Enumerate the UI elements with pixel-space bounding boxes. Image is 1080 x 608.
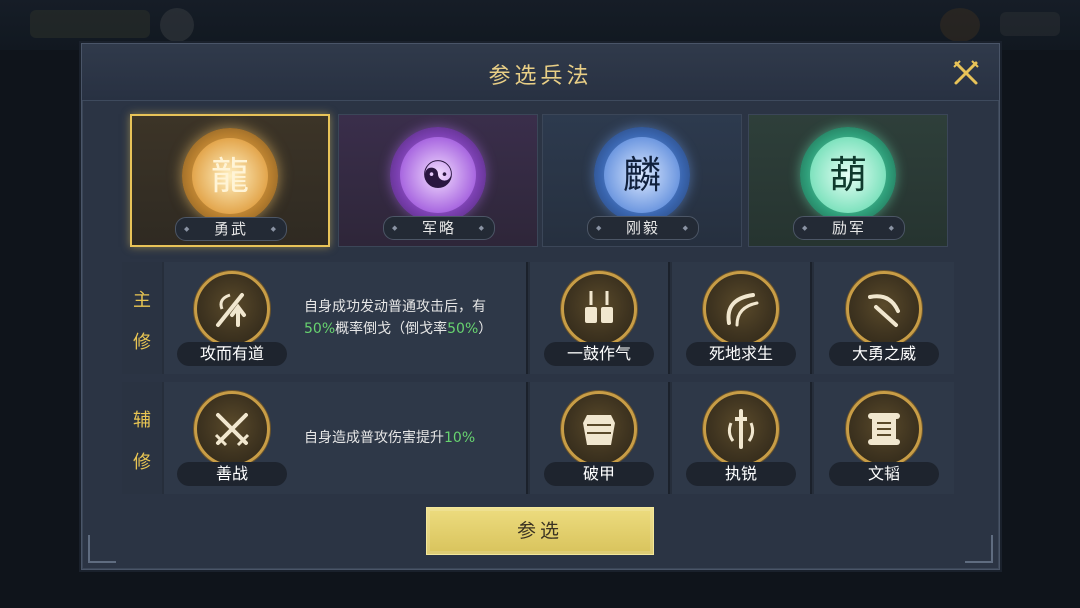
- skill-gongeryoudao[interactable]: 攻而有道: [177, 262, 287, 374]
- sword-arrow-icon: [194, 271, 270, 347]
- skill-description: 自身成功发动普通攻击后，有 50%概率倒戈（倒戈率50%）: [304, 299, 493, 337]
- skill-label: 一鼓作气: [544, 342, 654, 366]
- background-blur: [160, 8, 194, 42]
- skill-label: 文韬: [829, 462, 939, 486]
- skill-yiguzuoqi[interactable]: 一鼓作气: [530, 262, 668, 374]
- main-skill-row: 主 修 攻而有道 自身成功发动普通攻击后，有 50%概率倒戈（倒戈率50%） 一…: [122, 262, 954, 374]
- column-divider: [810, 262, 812, 374]
- skill-pojia[interactable]: 破甲: [530, 382, 668, 494]
- column-divider: [810, 382, 812, 494]
- background-blur: [1000, 12, 1060, 36]
- column-divider: [668, 262, 670, 374]
- yin-yang-emblem-icon: ☯: [390, 127, 486, 223]
- column-divider: [526, 382, 528, 494]
- main-row-label: 主 修: [122, 262, 162, 374]
- background-blur: [940, 8, 980, 42]
- dragon-emblem-icon: 龍: [182, 128, 278, 224]
- war-drum-icon: [561, 271, 637, 347]
- select-art-of-war-dialog: 参选兵法 龍 勇武 ☯ 军略 麟: [81, 43, 1000, 570]
- armor-icon: [561, 391, 637, 467]
- row-label-char: 辅: [133, 410, 151, 431]
- selected-aux-skill[interactable]: 善战 自身造成普攻伤害提升10%: [164, 382, 526, 494]
- school-card-yongwu[interactable]: 龍 勇武: [130, 114, 330, 247]
- school-card-gangyi[interactable]: 麟 刚毅: [542, 114, 742, 247]
- school-name: 军略: [383, 216, 495, 240]
- row-label-char: 主: [133, 290, 151, 311]
- crossed-swords-icon: [194, 391, 270, 467]
- skill-label: 大勇之威: [829, 342, 939, 366]
- skill-label: 破甲: [544, 462, 654, 486]
- column-divider: [526, 262, 528, 374]
- school-name: 励军: [793, 216, 905, 240]
- skill-sidiqiusheng[interactable]: 死地求生: [672, 262, 810, 374]
- column-divider: [668, 382, 670, 494]
- row-label-char: 修: [133, 332, 151, 353]
- skill-wentao[interactable]: 文韬: [814, 382, 954, 494]
- close-icon: [953, 60, 979, 85]
- school-name: 勇武: [175, 217, 287, 241]
- dialog-title: 参选兵法: [488, 64, 593, 89]
- sweeping-sword-icon: [846, 271, 922, 347]
- skill-dayongzhiwei[interactable]: 大勇之威: [814, 262, 954, 374]
- background-blur: [30, 10, 150, 38]
- gourd-emblem-icon: 葫: [800, 127, 896, 223]
- school-card-lijun[interactable]: 葫 励军: [748, 114, 948, 247]
- corner-ornament: [965, 535, 993, 563]
- scroll-icon: [846, 391, 922, 467]
- row-label-char: 修: [133, 452, 151, 473]
- skill-zhirui[interactable]: 执锐: [672, 382, 810, 494]
- halberd-icon: [703, 391, 779, 467]
- close-button[interactable]: [951, 58, 981, 88]
- qilin-emblem-icon: 麟: [594, 127, 690, 223]
- school-name: 刚毅: [587, 216, 699, 240]
- confirm-button[interactable]: 参选: [426, 507, 654, 555]
- aux-row-label: 辅 修: [122, 382, 162, 494]
- crescent-blade-icon: [703, 271, 779, 347]
- skill-label: 死地求生: [686, 342, 796, 366]
- corner-ornament: [88, 535, 116, 563]
- skill-label: 执锐: [686, 462, 796, 486]
- aux-skill-row: 辅 修 善战 自身造成普攻伤害提升10% 破甲 执锐 文韬: [122, 382, 954, 494]
- skill-description: 自身造成普攻伤害提升10%: [304, 430, 476, 446]
- skill-shanzhan[interactable]: 善战: [177, 382, 287, 494]
- skill-label: 善战: [177, 462, 287, 486]
- skill-label: 攻而有道: [177, 342, 287, 366]
- school-card-junlue[interactable]: ☯ 军略: [338, 114, 538, 247]
- dialog-header: 参选兵法: [82, 44, 999, 101]
- selected-main-skill[interactable]: 攻而有道 自身成功发动普通攻击后，有 50%概率倒戈（倒戈率50%）: [164, 262, 526, 374]
